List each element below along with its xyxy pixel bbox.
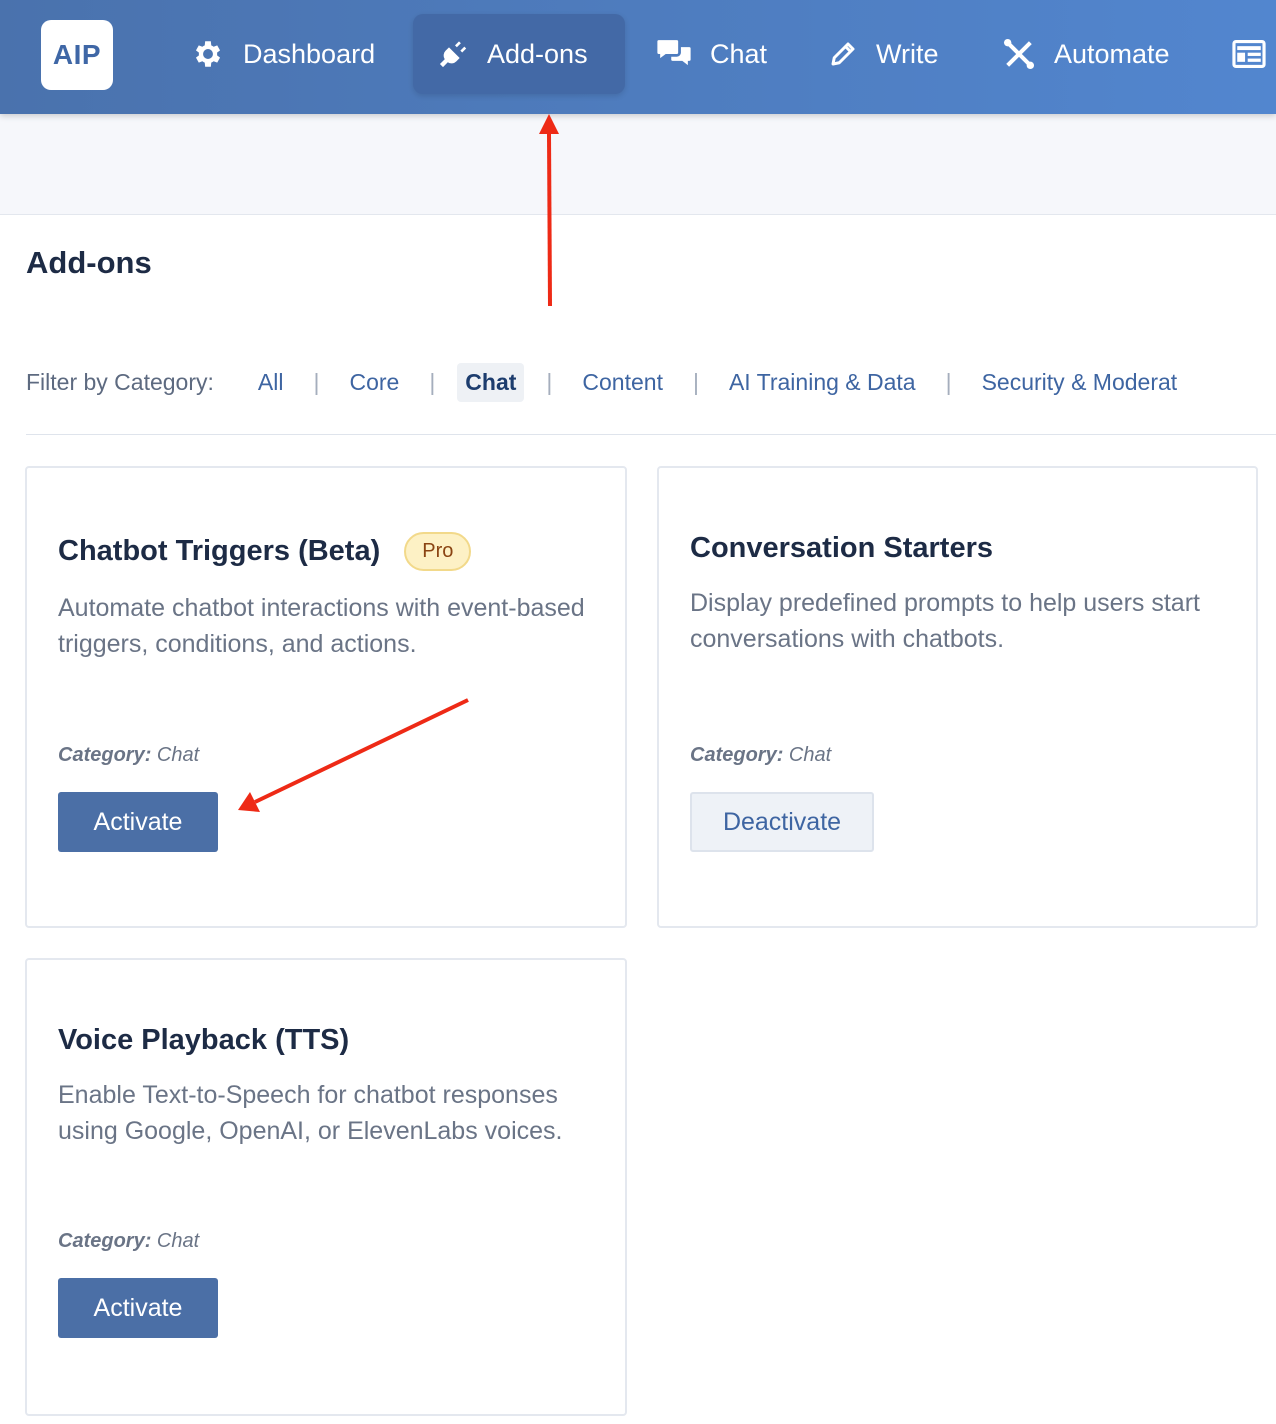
card-description: Enable Text-to-Speech for chatbot respon… [58, 1081, 563, 1145]
card-category: Category: Chat [58, 744, 199, 767]
nav-item-dashboard[interactable]: Dashboard [191, 14, 375, 94]
filter-chat[interactable]: Chat [457, 362, 525, 402]
filter-security-moderation[interactable]: Security & Moderat [974, 363, 1186, 402]
card-description: Display predefined prompts to help users… [690, 589, 1200, 653]
tools-icon [1002, 37, 1036, 71]
filter-separator: | [313, 368, 320, 395]
pencil-icon [828, 39, 858, 69]
activate-button[interactable]: Activate [58, 792, 218, 852]
nav-item-more[interactable] [1232, 14, 1266, 94]
category-value: Chat [156, 1230, 200, 1252]
top-navigation: AIP Dashboard Add-ons Chat Write Automat… [0, 0, 1276, 114]
category-label: Category: [58, 744, 152, 766]
card-description: Automate chatbot interactions with event… [58, 594, 585, 658]
nav-item-label: Write [876, 38, 939, 69]
nav-item-automate[interactable]: Automate [1002, 14, 1170, 94]
filter-core[interactable]: Core [341, 363, 407, 402]
filter-content[interactable]: Content [574, 363, 671, 402]
deactivate-button[interactable]: Deactivate [690, 792, 874, 852]
nav-item-label: Automate [1054, 38, 1170, 69]
nav-item-label: Dashboard [243, 38, 376, 69]
activate-button[interactable]: Activate [58, 1278, 218, 1338]
newspaper-icon [1232, 39, 1266, 69]
filter-label: Filter by Category: [26, 368, 214, 395]
addon-card-conversation-starters: Conversation Starters Display predefined… [657, 466, 1258, 928]
nav-item-chat[interactable]: Chat [656, 14, 767, 94]
nav-item-label: Add-ons [487, 38, 588, 69]
card-title: Voice Playback (TTS) [58, 1024, 350, 1056]
filter-separator: | [546, 368, 553, 395]
nav-item-add-ons[interactable]: Add-ons [413, 14, 625, 94]
page-title: Add-ons [26, 245, 152, 280]
category-value: Chat [788, 744, 832, 766]
filter-all[interactable]: All [250, 363, 292, 402]
page-header: Add-ons [0, 214, 1276, 314]
gear-icon [191, 37, 225, 71]
category-value: Chat [156, 744, 200, 766]
pro-badge: Pro [404, 532, 472, 571]
filter-separator: | [945, 368, 952, 395]
filter-divider [26, 434, 1276, 435]
filter-ai-training-data[interactable]: AI Training & Data [721, 363, 924, 402]
app-logo[interactable]: AIP [41, 20, 113, 90]
card-title: Chatbot Triggers (Beta) Pro [58, 532, 472, 571]
card-category: Category: Chat [690, 744, 831, 767]
addon-card-voice-playback: Voice Playback (TTS) Enable Text-to-Spee… [25, 958, 627, 1416]
filter-separator: | [692, 368, 699, 395]
filter-separator: | [429, 368, 436, 395]
chat-bubbles-icon [656, 37, 692, 71]
addon-card-chatbot-triggers: Chatbot Triggers (Beta) Pro Automate chat… [25, 466, 627, 928]
category-filter: Filter by Category: All | Core | Chat | … [26, 358, 1276, 406]
nav-item-write[interactable]: Write [828, 14, 939, 94]
card-title: Conversation Starters [690, 532, 993, 564]
plug-icon [437, 38, 469, 70]
nav-item-label: Chat [710, 38, 768, 69]
card-title-text: Chatbot Triggers (Beta) [58, 535, 381, 567]
category-label: Category: [690, 744, 784, 766]
category-label: Category: [58, 1230, 152, 1252]
card-category: Category: Chat [58, 1230, 199, 1253]
